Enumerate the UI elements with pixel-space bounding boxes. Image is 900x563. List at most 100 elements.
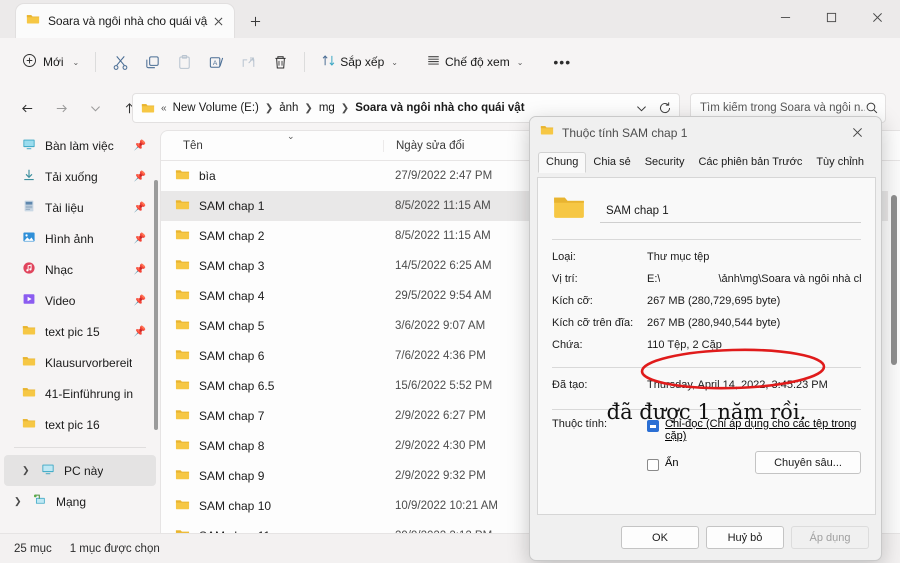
- close-icon[interactable]: [854, 0, 900, 34]
- view-button[interactable]: Chế độ xem ⌄: [418, 47, 531, 77]
- sidebar-item-videos[interactable]: Video 📌: [0, 285, 160, 316]
- dialog-tabs: Chung Chia sẻ Security Các phiên bản Trư…: [530, 148, 881, 172]
- chevron-right-icon[interactable]: ❯: [14, 496, 24, 507]
- sidebar-item-label: Hình ảnh: [45, 232, 94, 246]
- sidebar-item-pictures[interactable]: Hình ảnh 📌: [0, 223, 160, 254]
- tab-customize[interactable]: Tùy chỉnh: [809, 153, 871, 172]
- file-list-scrollbar-thumb[interactable]: [891, 195, 897, 365]
- ellipsis-icon: •••: [553, 54, 571, 70]
- breadcrumb-chevron-icon: ❯: [263, 103, 275, 114]
- file-name-cell: SAM chap 10: [161, 497, 383, 515]
- sidebar-item-downloads[interactable]: Tải xuống 📌: [0, 161, 160, 192]
- folder-icon: [175, 467, 190, 485]
- property-row-type: Loại: Thư mục tệp: [552, 248, 861, 270]
- new-button[interactable]: Mới ⌄: [14, 47, 87, 77]
- attributes-row: Thuộc tính: Chỉ-đọc (Chỉ áp dụng cho các…: [552, 418, 861, 474]
- search-input[interactable]: Tìm kiếm trong Soara và ngôi n...: [700, 102, 865, 114]
- breadcrumb-item-1[interactable]: ảnh: [275, 102, 302, 114]
- recent-locations-button[interactable]: [80, 93, 110, 123]
- dialog-close-icon[interactable]: [837, 118, 877, 148]
- tab-previous-versions[interactable]: Các phiên bản Trước: [691, 153, 809, 172]
- rename-button[interactable]: A: [200, 47, 232, 77]
- forward-button[interactable]: [46, 93, 76, 123]
- tab-chia-se[interactable]: Chia sẻ: [586, 153, 637, 172]
- back-button[interactable]: [12, 93, 42, 123]
- tab-chung[interactable]: Chung: [538, 152, 586, 173]
- property-row-size-on-disk: Kích cỡ trên đĩa: 267 MB (280,940,544 by…: [552, 314, 861, 336]
- more-options-button[interactable]: •••: [545, 47, 579, 77]
- sidebar-item-text-pic-16[interactable]: text pic 16: [0, 409, 160, 440]
- column-header-name[interactable]: Tên ⌄: [161, 140, 383, 152]
- minimize-icon[interactable]: [762, 0, 808, 34]
- sidebar-scrollbar[interactable]: [154, 180, 158, 430]
- pin-icon: 📌: [134, 202, 146, 213]
- breadcrumb-item-2[interactable]: mg: [315, 102, 339, 114]
- breadcrumb-chevron-icon: ❯: [339, 103, 351, 114]
- dialog-general-panel: Loại: Thư mục tệp Vị trí: E:\\ảnh\mg\Soa…: [537, 177, 876, 515]
- chevron-down-icon: ⌄: [73, 58, 80, 67]
- breadcrumb-item-3[interactable]: Soara và ngôi nhà cho quái vật: [351, 102, 528, 114]
- property-value: Thư mục tệp: [647, 248, 861, 266]
- sidebar-item-label: Nhạc: [45, 263, 73, 277]
- sidebar-item-klausurvorbereitung[interactable]: Klausurvorbereit: [0, 347, 160, 378]
- file-list-scrollbar-track[interactable]: [888, 161, 900, 533]
- folder-icon: [175, 317, 190, 335]
- share-button[interactable]: [232, 47, 264, 77]
- hidden-checkbox[interactable]: [647, 459, 659, 471]
- property-label: Kích cỡ:: [552, 292, 647, 310]
- delete-button[interactable]: [264, 47, 296, 77]
- paste-button[interactable]: [168, 47, 200, 77]
- apply-button[interactable]: Áp dụng: [791, 526, 869, 549]
- sidebar-item-network[interactable]: ❯ Mạng: [0, 486, 160, 517]
- sidebar-item-label: 41-Einführung in: [45, 387, 133, 401]
- navigation-pane: Bàn làm việc 📌 Tải xuống 📌 Tài liệu 📌: [0, 130, 160, 533]
- chevron-up-icon: ⌄: [287, 131, 295, 142]
- sidebar-item-41-einfuehrung[interactable]: 41-Einführung in: [0, 378, 160, 409]
- file-name: SAM chap 6.5: [199, 379, 274, 393]
- folder-name-field[interactable]: [600, 201, 861, 223]
- file-name: SAM chap 8: [199, 439, 264, 453]
- property-label: Kích cỡ trên đĩa:: [552, 314, 647, 332]
- pin-icon: 📌: [134, 326, 146, 337]
- tab-close-icon[interactable]: [208, 11, 228, 31]
- properties-dialog: Thuộc tính SAM chap 1 Chung Chia sẻ Secu…: [529, 116, 882, 561]
- dialog-button-row: OK Huỷ bỏ Áp dụng: [530, 515, 881, 560]
- browser-tab[interactable]: Soara và ngôi nhà cho quái vậ: [16, 4, 234, 38]
- sidebar-item-music[interactable]: Nhạc 📌: [0, 254, 160, 285]
- cancel-button[interactable]: Huỷ bỏ: [706, 526, 784, 549]
- redacted-block: [660, 274, 718, 285]
- chevron-right-icon[interactable]: ❯: [22, 465, 32, 476]
- file-name-cell: SAM chap 4: [161, 287, 383, 305]
- sidebar-item-documents[interactable]: Tài liệu 📌: [0, 192, 160, 223]
- pin-icon: 📌: [134, 264, 146, 275]
- ok-button[interactable]: OK: [621, 526, 699, 549]
- sidebar-item-this-pc[interactable]: ❯ PC này: [4, 455, 156, 486]
- property-row-location: Vị trí: E:\\ảnh\mg\Soara và ngôi nhà cho…: [552, 270, 861, 292]
- sidebar-item-label: PC này: [64, 464, 103, 478]
- location-suffix: \ảnh\mg\Soara và ngôi nhà cho quái v: [718, 273, 861, 285]
- property-label: Chứa:: [552, 336, 647, 354]
- documents-icon: [22, 199, 36, 216]
- pin-icon: 📌: [134, 171, 146, 182]
- sidebar-item-label: text pic 15: [45, 325, 100, 339]
- cut-button[interactable]: [104, 47, 136, 77]
- column-header-date-label: Ngày sửa đổi: [396, 140, 464, 152]
- maximize-icon[interactable]: [808, 0, 854, 34]
- folder-icon: [26, 12, 40, 31]
- sidebar-item-label: Video: [45, 294, 75, 308]
- breadcrumb-overflow[interactable]: «: [159, 103, 169, 114]
- breadcrumb-item-0[interactable]: New Volume (E:): [169, 102, 263, 114]
- location-prefix: E:\: [647, 273, 660, 285]
- advanced-button[interactable]: Chuyên sâu...: [755, 451, 861, 474]
- property-label: Đã tạo:: [552, 376, 647, 394]
- sidebar-item-desktop[interactable]: Bàn làm việc 📌: [0, 130, 160, 161]
- copy-button[interactable]: [136, 47, 168, 77]
- sidebar-item-text-pic-15[interactable]: text pic 15 📌: [0, 316, 160, 347]
- tab-security[interactable]: Security: [638, 153, 692, 172]
- command-bar: Mới ⌄ A Sắp xếp ⌄: [0, 38, 900, 86]
- sort-button[interactable]: Sắp xếp ⌄: [313, 47, 406, 77]
- folder-icon: [540, 123, 554, 142]
- file-explorer-window: Soara và ngôi nhà cho quái vậ Mớ: [0, 0, 900, 563]
- new-tab-button[interactable]: [243, 9, 267, 33]
- list-lines-icon: [426, 53, 441, 71]
